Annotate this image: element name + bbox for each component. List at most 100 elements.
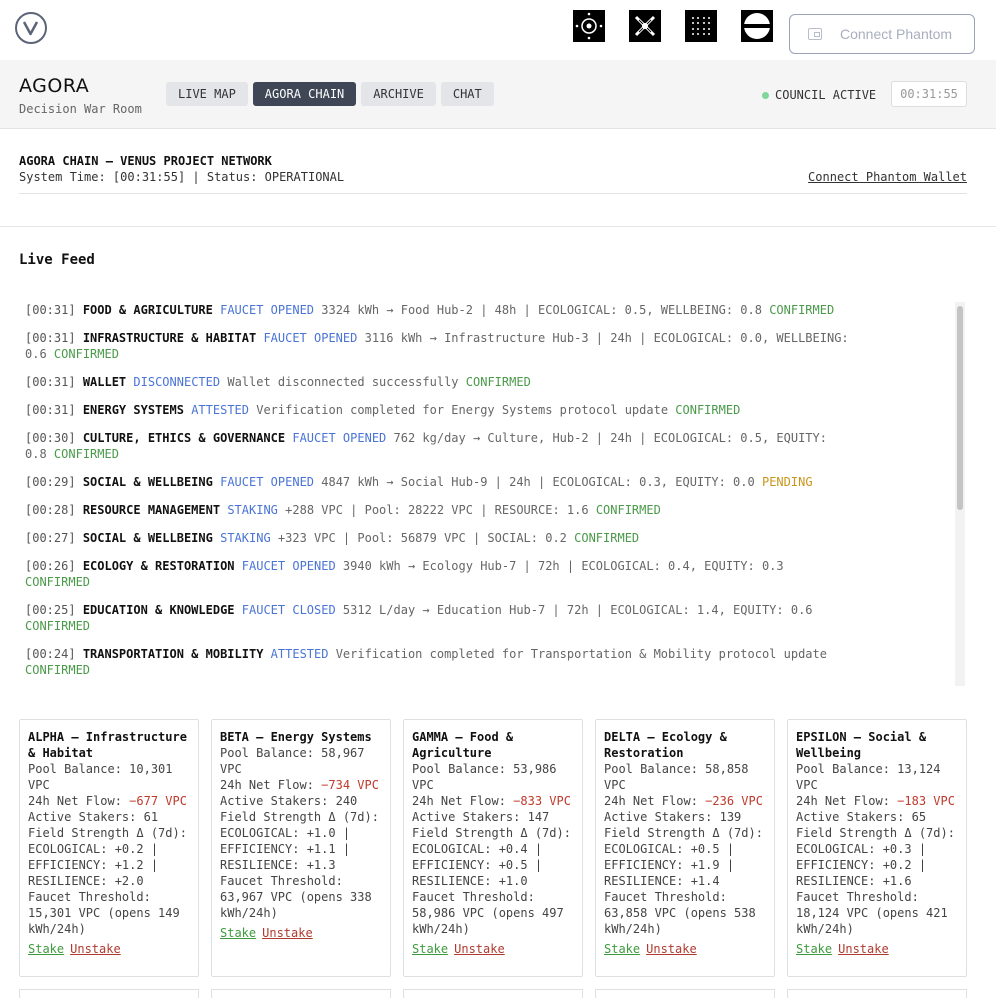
- feed-item: [00:31] ENERGY SYSTEMS ATTESTED Verifica…: [19, 402, 859, 430]
- tab-chat[interactable]: CHAT: [440, 82, 494, 106]
- faucet-threshold-value: 63,967 VPC (opens 338 kWh/24h): [220, 890, 372, 920]
- pool-stakers: Active Stakers: 240: [220, 794, 358, 808]
- status-dot-icon: [762, 91, 769, 99]
- field-strength-label: Field Strength Δ (7d):: [796, 826, 955, 840]
- faucet-threshold-label: Faucet Threshold:: [28, 890, 151, 904]
- half-circle-icon[interactable]: [741, 10, 773, 42]
- faucet-threshold-label: Faucet Threshold:: [604, 890, 727, 904]
- feed-item-status: CONFIRMED: [769, 303, 835, 317]
- pool-cards: ALPHA — Infrastructure & Habitat Pool Bal…: [19, 719, 967, 977]
- feed-item-category: TRANSPORTATION & MOBILITY: [82, 647, 264, 661]
- unstake-link[interactable]: Unstake: [262, 926, 313, 940]
- chain-title: AGORA CHAIN — VENUS PROJECT NETWORK: [19, 154, 272, 168]
- pool-actions: Stake Unstake: [412, 941, 574, 957]
- pool-title: EPSILON — Social & Wellbeing: [796, 730, 927, 760]
- dot-grid-icon[interactable]: [685, 10, 717, 42]
- faucet-threshold-value: 18,124 VPC (opens 421 kWh/24h): [796, 906, 948, 936]
- connect-phantom-button[interactable]: Connect Phantom: [789, 14, 975, 54]
- stake-link[interactable]: Stake: [220, 926, 256, 940]
- feed-item-detail: Wallet disconnected successfully: [227, 375, 459, 389]
- feed-item-category: FOOD & AGRICULTURE: [82, 303, 213, 317]
- live-feed-list[interactable]: [00:31] FOOD & AGRICULTURE FAUCET OPENED…: [19, 302, 967, 686]
- feed-item-action: FAUCET OPENED: [263, 331, 358, 345]
- feed-item-detail: 3940 kWh → Ecology Hub-7 | 72h | ECOLOGI…: [342, 559, 784, 573]
- feed-item-time: [00:27]: [25, 531, 76, 545]
- pool-net-flow: 24h Net Flow: −677 VPC: [28, 793, 190, 809]
- feed-item-category: ECOLOGY & RESTORATION: [82, 559, 235, 573]
- feed-item-action: FAUCET OPENED: [220, 303, 315, 317]
- connect-phantom-wallet-link[interactable]: Connect Phantom Wallet: [808, 170, 967, 184]
- stake-link[interactable]: Stake: [28, 942, 64, 956]
- unstake-link[interactable]: Unstake: [454, 942, 505, 956]
- feed-item: [00:30] CULTURE, ETHICS & GOVERNANCE FAU…: [19, 430, 859, 474]
- app-logo-icon[interactable]: [15, 12, 47, 44]
- pool-card-stub: [595, 989, 775, 998]
- pool-net-flow: 24h Net Flow: −236 VPC: [604, 793, 766, 809]
- feed-scrollbar[interactable]: [955, 302, 965, 686]
- feed-item-category: WALLET: [82, 375, 127, 389]
- faucet-threshold-value: 63,858 VPC (opens 538 kWh/24h): [604, 906, 756, 936]
- pool-stakers: Active Stakers: 61: [28, 810, 159, 824]
- pool-actions: Stake Unstake: [604, 941, 766, 957]
- tab-live-map[interactable]: LIVE MAP: [166, 82, 248, 106]
- feed-item-time: [00:31]: [25, 375, 76, 389]
- feed-item-action: FAUCET OPENED: [292, 431, 387, 445]
- net-flow-label: 24h Net Flow:: [796, 794, 890, 808]
- faucet-threshold-label: Faucet Threshold:: [220, 874, 343, 888]
- feed-item-detail: +323 VPC | Pool: 56879 VPC | SOCIAL: 0.2: [277, 531, 567, 545]
- pool-balance: Pool Balance: 58,858 VPC: [604, 762, 749, 792]
- feed-item-status: CONFIRMED: [53, 447, 119, 461]
- feed-item-detail: Verification completed for Transportatio…: [335, 647, 827, 661]
- field-strength-values: ECOLOGICAL: +0.4 | EFFICIENCY: +0.5 | RE…: [412, 842, 543, 888]
- stake-link[interactable]: Stake: [796, 942, 832, 956]
- page-header: AGORA Decision War Room LIVE MAP AGORA C…: [0, 60, 996, 129]
- pool-net-flow: 24h Net Flow: −734 VPC: [220, 777, 382, 793]
- feed-item-status: PENDING: [761, 475, 813, 489]
- council-status: COUNCIL ACTIVE: [762, 88, 876, 102]
- net-flow-label: 24h Net Flow:: [412, 794, 506, 808]
- field-strength-label: Field Strength Δ (7d):: [604, 826, 763, 840]
- unstake-link[interactable]: Unstake: [646, 942, 697, 956]
- faucet-threshold-value: 58,986 VPC (opens 497 kWh/24h): [412, 906, 564, 936]
- pool-title: DELTA — Ecology & Restoration: [604, 730, 727, 760]
- pool-balance: Pool Balance: 58,967 VPC: [220, 746, 365, 776]
- net-flow-value: −236 VPC: [705, 794, 763, 808]
- net-flow-value: −833 VPC: [513, 794, 571, 808]
- crossed-tools-icon[interactable]: [629, 10, 661, 42]
- unstake-link[interactable]: Unstake: [838, 942, 889, 956]
- feed-item-category: EDUCATION & KNOWLEDGE: [82, 603, 235, 617]
- tab-archive[interactable]: ARCHIVE: [361, 82, 436, 106]
- stake-link[interactable]: Stake: [412, 942, 448, 956]
- feed-item-action: FAUCET OPENED: [220, 475, 315, 489]
- feed-item: [00:29] SOCIAL & WELLBEING FAUCET OPENED…: [19, 474, 859, 502]
- feed-item-status: CONFIRMED: [53, 347, 119, 361]
- pool-actions: Stake Unstake: [28, 941, 190, 957]
- feed-item: [00:28] RESOURCE MANAGEMENT STAKING +288…: [19, 502, 859, 530]
- pool-actions: Stake Unstake: [796, 941, 958, 957]
- pool-cards-row-2: [19, 989, 967, 998]
- feed-item-action: DISCONNECTED: [133, 375, 221, 389]
- feed-item-time: [00:31]: [25, 403, 76, 417]
- stake-link[interactable]: Stake: [604, 942, 640, 956]
- feed-item-status: CONFIRMED: [595, 503, 661, 517]
- app-subtitle: Decision War Room: [19, 102, 142, 116]
- feed-scrollbar-thumb[interactable]: [957, 306, 963, 510]
- tab-agora-chain[interactable]: AGORA CHAIN: [252, 82, 357, 106]
- field-strength-values: ECOLOGICAL: +0.3 | EFFICIENCY: +0.2 | RE…: [796, 842, 927, 888]
- app-title: AGORA: [19, 75, 90, 97]
- net-flow-value: −183 VPC: [897, 794, 955, 808]
- feed-item-time: [00:25]: [25, 603, 76, 617]
- feed-item-detail: 4847 kWh → Social Hub-9 | 24h | ECOLOGIC…: [321, 475, 755, 489]
- feed-item-category: RESOURCE MANAGEMENT: [82, 503, 221, 517]
- net-flow-label: 24h Net Flow:: [220, 778, 314, 792]
- live-feed-heading: Live Feed: [19, 252, 95, 268]
- pool-card-stub: [787, 989, 967, 998]
- pool-stakers: Active Stakers: 147: [412, 810, 550, 824]
- feed-item: [00:26] ECOLOGY & RESTORATION FAUCET OPE…: [19, 558, 859, 602]
- pool-title: BETA — Energy Systems: [220, 730, 372, 744]
- orbit-icon[interactable]: [573, 10, 605, 42]
- nav-tabs: LIVE MAP AGORA CHAIN ARCHIVE CHAT: [166, 82, 494, 106]
- pool-net-flow: 24h Net Flow: −183 VPC: [796, 793, 958, 809]
- unstake-link[interactable]: Unstake: [70, 942, 121, 956]
- feed-item-action: ATTESTED: [270, 647, 329, 661]
